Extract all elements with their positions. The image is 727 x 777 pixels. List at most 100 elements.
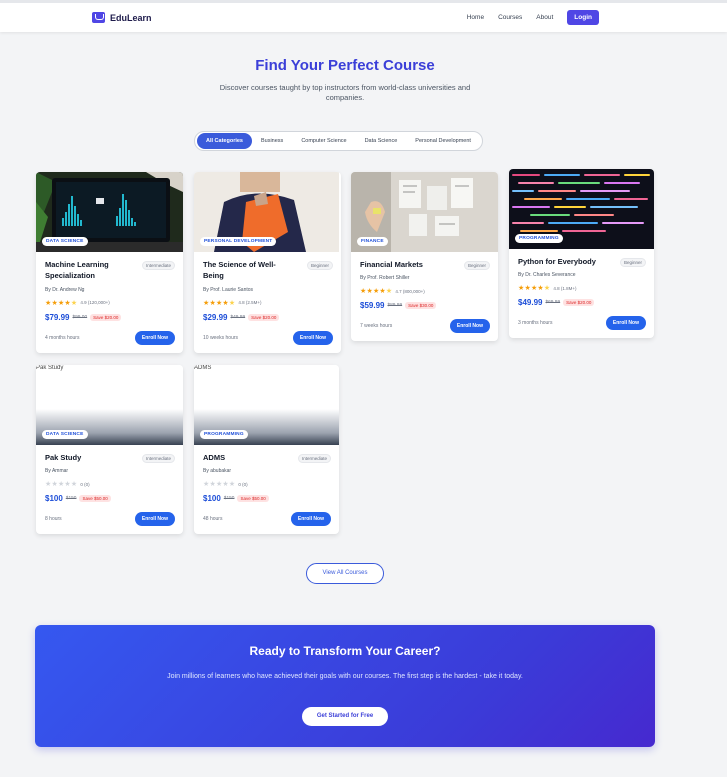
price-row: $59.99 $89.99 Save $30.00 — [360, 301, 490, 310]
course-rating: ★★★★★ 0 (0) — [203, 480, 331, 488]
course-card[interactable]: PROGRAMMING Python for Everybody Beginne… — [509, 169, 654, 339]
course-author: By abubakar — [203, 468, 232, 475]
image-alt-text: ADMS — [194, 365, 212, 371]
course-duration: 4 months hours — [45, 334, 80, 341]
course-rating: ★★★★★ 4.9 (120,000+) — [45, 299, 175, 307]
main-nav: Home Courses About Login — [467, 10, 599, 25]
view-all-courses-button[interactable]: View All Courses — [306, 563, 384, 584]
course-duration: 3 months hours — [518, 320, 553, 327]
enroll-button[interactable]: Enroll Now — [449, 319, 490, 334]
course-card[interactable]: FINANCE Financial Markets Beginner By Pr… — [351, 172, 498, 342]
enroll-button[interactable]: Enroll Now — [292, 330, 333, 345]
course-image-placeholder: ADMS PROGRAMMING — [194, 365, 339, 445]
course-card[interactable]: ADMS PROGRAMMING ADMS Intermediate By ab… — [194, 365, 339, 535]
get-started-button[interactable]: Get Started for Free — [302, 707, 388, 726]
original-price: $99.00 — [72, 314, 88, 320]
course-author: By Prof. Robert Shiller — [360, 275, 410, 282]
price-row: $49.99 $69.99 Save $20.00 — [518, 298, 646, 307]
savings-badge: Save $30.00 — [405, 302, 437, 310]
course-rating: ★★★★★ 0 (0) — [45, 480, 175, 488]
star-rating-icon: ★★★★★ — [45, 481, 78, 489]
course-duration: 10 weeks hours — [203, 334, 239, 341]
code-screen-image: PROGRAMMING — [509, 169, 654, 249]
category-badge: PERSONAL DEVELOPMENT — [200, 237, 277, 246]
price-row: $29.99 $49.99 Save $20.00 — [203, 313, 333, 322]
course-duration: 48 hours — [203, 516, 223, 523]
savings-badge: Save $50.00 — [237, 495, 269, 503]
course-price: $59.99 — [360, 301, 385, 311]
course-price: $29.99 — [203, 312, 228, 322]
login-button[interactable]: Login — [567, 10, 599, 25]
filter-computer-science[interactable]: Computer Science — [292, 133, 355, 149]
course-author: By Prof. Laurie Santos — [203, 286, 254, 293]
course-price: $49.99 — [518, 298, 543, 308]
savings-badge: Save $20.00 — [90, 313, 122, 321]
course-card[interactable]: Pak Study DATA SCIENCE Pak Study Interme… — [36, 365, 183, 535]
nav-courses[interactable]: Courses — [498, 14, 522, 21]
course-price: $100 — [45, 494, 63, 504]
enroll-button[interactable]: Enroll Now — [134, 330, 175, 345]
nav-home[interactable]: Home — [467, 14, 484, 21]
original-price: $89.99 — [387, 303, 403, 309]
category-badge: PROGRAMMING — [515, 234, 563, 243]
image-alt-text: Pak Study — [36, 365, 64, 371]
price-row: $100 $150 Save $50.00 — [45, 494, 175, 503]
cta-title: Ready to Transform Your Career? — [249, 644, 441, 658]
level-badge: Intermediate — [141, 454, 175, 463]
enroll-button[interactable]: Enroll Now — [290, 512, 331, 527]
filter-data-science[interactable]: Data Science — [356, 133, 407, 149]
filter-business[interactable]: Business — [252, 133, 292, 149]
star-rating-icon: ★★★★★ — [203, 299, 236, 307]
course-card[interactable]: DATA SCIENCE Machine Learning Specializa… — [36, 172, 183, 353]
top-navbar: EduLearn Home Courses About Login — [0, 0, 727, 32]
filter-all-categories[interactable]: All Categories — [197, 133, 252, 149]
price-row: $100 $150 Save $50.00 — [203, 494, 331, 503]
course-rating: ★★★★★ 4.8 (1.8M+) — [518, 284, 646, 292]
category-filter-bar: All Categories Business Computer Science… — [194, 131, 483, 151]
rating-text: 4.8 (2.5M+) — [238, 300, 262, 305]
rating-text: 0 (0) — [238, 481, 248, 487]
brand-logo[interactable]: EduLearn — [92, 12, 152, 23]
brand-name: EduLearn — [110, 12, 152, 23]
course-duration: 7 weeks hours — [360, 323, 393, 330]
laptop-charts-image: DATA SCIENCE — [36, 172, 183, 252]
nav-about[interactable]: About — [536, 14, 553, 21]
enroll-button[interactable]: Enroll Now — [605, 316, 646, 331]
category-badge: DATA SCIENCE — [42, 237, 88, 246]
category-badge: PROGRAMMING — [200, 430, 248, 439]
page-subtitle: Discover courses taught by top instructo… — [219, 83, 471, 103]
savings-badge: Save $50.00 — [79, 495, 111, 503]
original-price: $150 — [223, 496, 235, 502]
rating-text: 0 (0) — [80, 481, 90, 487]
course-author: By Dr. Charles Severance — [518, 272, 576, 279]
original-price: $49.99 — [230, 314, 246, 320]
star-rating-icon: ★★★★★ — [203, 481, 236, 489]
course-card[interactable]: PERSONAL DEVELOPMENT The Science of Well… — [194, 172, 341, 353]
course-author: By Dr. Andrew Ng — [45, 286, 85, 293]
original-price: $150 — [65, 496, 77, 502]
savings-badge: Save $20.00 — [248, 313, 280, 321]
category-badge: DATA SCIENCE — [42, 430, 88, 439]
person-orange-image: PERSONAL DEVELOPMENT — [194, 172, 341, 252]
star-rating-icon: ★★★★★ — [45, 299, 78, 307]
rating-text: 4.9 (120,000+) — [80, 300, 110, 305]
graduation-cap-icon — [92, 12, 105, 23]
level-badge: Intermediate — [297, 454, 331, 463]
filter-personal-development[interactable]: Personal Development — [406, 133, 480, 149]
page-title: Find Your Perfect Course — [255, 57, 435, 74]
course-price: $79.99 — [45, 312, 70, 322]
star-rating-icon: ★★★★★ — [518, 285, 551, 293]
enroll-button[interactable]: Enroll Now — [134, 512, 175, 527]
category-badge: FINANCE — [357, 237, 388, 246]
price-row: $79.99 $99.00 Save $20.00 — [45, 313, 175, 322]
course-image-placeholder: Pak Study DATA SCIENCE — [36, 365, 183, 445]
cta-text: Join millions of learners who have achie… — [167, 673, 523, 680]
level-badge: Beginner — [306, 261, 333, 270]
course-price: $100 — [203, 494, 221, 504]
course-duration: 8 hours — [45, 516, 62, 523]
original-price: $69.99 — [545, 300, 561, 306]
course-author: By Ammar — [45, 468, 69, 475]
level-badge: Beginner — [463, 261, 490, 270]
course-rating: ★★★★★ 4.8 (2.5M+) — [203, 299, 333, 307]
star-rating-icon: ★★★★★ — [360, 288, 393, 296]
